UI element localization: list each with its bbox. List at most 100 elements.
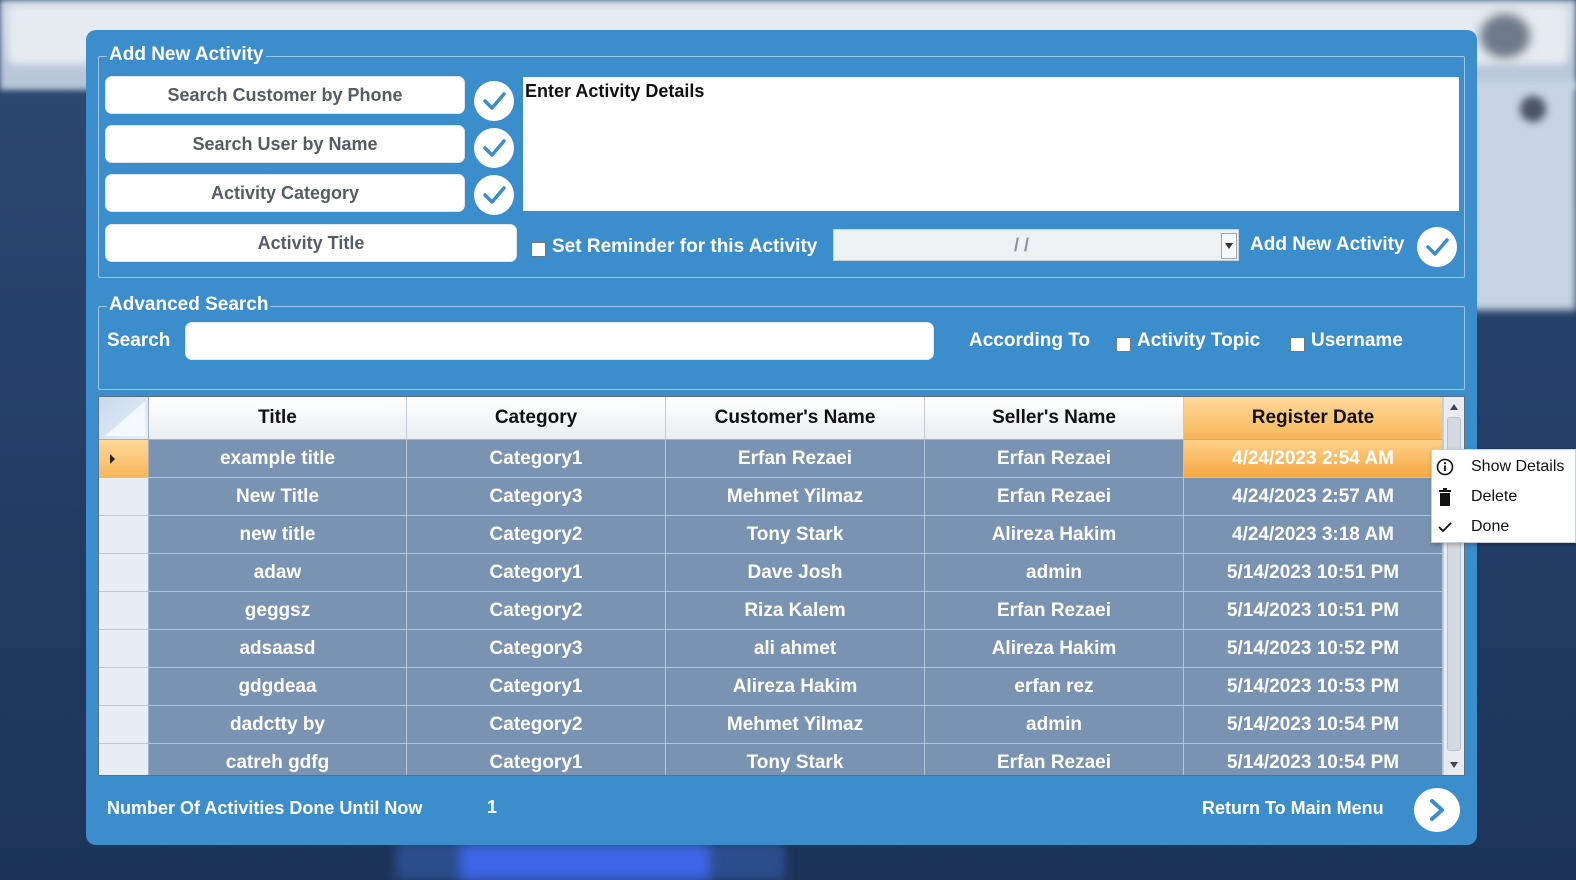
cell-register-date[interactable]: 5/14/2023 10:53 PM [1184,668,1443,706]
column-header-category[interactable]: Category [407,397,666,440]
trash-icon [1436,488,1454,506]
table-row[interactable]: adaw Category1 Dave Josh admin 5/14/2023 10:… [99,554,1443,592]
cell-customer[interactable]: Riza Kalem [666,592,925,630]
cell-seller[interactable]: Alireza Hakim [925,630,1184,668]
cell-seller[interactable]: Alireza Hakim [925,516,1184,554]
add-activity-button[interactable] [1417,227,1457,267]
search-user-button[interactable]: Search User by Name [105,125,465,163]
according-to-label: According To [969,330,1091,351]
table-row[interactable]: example title Category1 Erfan Rezaei Erfan … [99,440,1443,478]
cell-title[interactable]: gdgdeaa [149,668,407,706]
add-activity-label[interactable]: Add New Activity [1250,234,1405,256]
cell-customer[interactable]: ali ahmet [666,630,925,668]
cell-title[interactable]: New Title [149,478,407,516]
activity-category-button[interactable]: Activity Category [105,174,465,212]
context-menu-label: Done [1471,518,1510,535]
cell-customer[interactable]: Mehmet Yilmaz [666,478,925,516]
cell-customer[interactable]: Erfan Rezaei [666,440,925,478]
column-header-title[interactable]: Title [149,397,407,440]
row-header[interactable] [99,440,149,478]
column-header-register-date[interactable]: Register Date [1184,397,1443,440]
cell-seller[interactable]: Erfan Rezaei [925,440,1184,478]
cell-category[interactable]: Category2 [407,516,666,554]
context-menu-delete[interactable]: Delete [1432,482,1576,512]
row-header[interactable] [99,668,149,706]
return-label[interactable]: Return To Main Menu [1202,798,1384,819]
cell-category[interactable]: Category2 [407,592,666,630]
row-header[interactable] [99,592,149,630]
activities-grid[interactable]: Title Category Customer's Name Seller's … [98,396,1465,776]
activity-topic-checkbox[interactable] [1116,337,1131,352]
select-all-corner[interactable] [99,397,149,440]
cell-register-date[interactable]: 4/24/2023 2:54 AM [1184,440,1443,478]
activity-title-field[interactable]: Activity Title [105,224,517,262]
cell-customer[interactable]: Dave Josh [666,554,925,592]
cell-seller[interactable]: admin [925,554,1184,592]
row-header[interactable] [99,554,149,592]
column-header-seller[interactable]: Seller's Name [925,397,1184,440]
table-row[interactable]: adsaasd Category3 ali ahmet Alireza Hakim 5/… [99,630,1443,668]
cell-register-date[interactable]: 5/14/2023 10:51 PM [1184,554,1443,592]
cell-category[interactable]: Category2 [407,706,666,744]
row-header[interactable] [99,516,149,554]
cell-category[interactable]: Category1 [407,440,666,478]
table-row[interactable]: dadctty by Category2 Mehmet Yilmaz admin 5/1… [99,706,1443,744]
cell-customer[interactable]: Alireza Hakim [666,668,925,706]
table-row[interactable]: geggsz Category2 Riza Kalem Erfan Rezaei 5/1… [99,592,1443,630]
checkmark-icon [1436,518,1454,536]
scroll-down-icon[interactable] [1445,756,1463,774]
username-checkbox[interactable] [1290,337,1305,352]
cell-register-date[interactable]: 5/14/2023 10:51 PM [1184,592,1443,630]
activity-details-textarea[interactable]: Enter Activity Details [523,77,1459,211]
cell-title[interactable]: dadctty by [149,706,407,744]
cell-category[interactable]: Category3 [407,630,666,668]
row-header[interactable] [99,478,149,516]
search-label: Search [107,330,171,351]
check-circle-icon[interactable] [474,128,514,168]
cell-register-date[interactable]: 5/14/2023 10:54 PM [1184,706,1443,744]
cell-seller[interactable]: admin [925,706,1184,744]
row-header[interactable] [99,706,149,744]
cell-register-date[interactable]: 5/14/2023 10:54 PM [1184,744,1443,775]
cell-title[interactable]: adaw [149,554,407,592]
table-row[interactable]: catreh gdfg Category1 Tony Stark Erfan Reza… [99,744,1443,775]
cell-customer[interactable]: Tony Stark [666,516,925,554]
scroll-up-icon[interactable] [1445,398,1463,416]
cell-category[interactable]: Category1 [407,744,666,775]
reminder-checkbox[interactable] [531,242,546,257]
check-circle-icon[interactable] [474,175,514,215]
check-circle-icon[interactable] [474,81,514,121]
cell-register-date[interactable]: 4/24/2023 3:18 AM [1184,516,1443,554]
table-row[interactable]: new title Category2 Tony Stark Alireza Haki… [99,516,1443,554]
table-row[interactable]: gdgdeaa Category1 Alireza Hakim erfan rez 5/… [99,668,1443,706]
cell-register-date[interactable]: 4/24/2023 2:57 AM [1184,478,1443,516]
cell-seller[interactable]: Erfan Rezaei [925,478,1184,516]
column-header-customer[interactable]: Customer's Name [666,397,925,440]
context-menu-show-details[interactable]: Show Details [1432,452,1576,482]
cell-customer[interactable]: Tony Stark [666,744,925,775]
cell-title[interactable]: example title [149,440,407,478]
reminder-label: Set Reminder for this Activity [552,236,818,257]
cell-category[interactable]: Category3 [407,478,666,516]
cell-register-date[interactable]: 5/14/2023 10:52 PM [1184,630,1443,668]
cell-customer[interactable]: Mehmet Yilmaz [666,706,925,744]
cell-title[interactable]: adsaasd [149,630,407,668]
cell-title[interactable]: catreh gdfg [149,744,407,775]
row-header[interactable] [99,744,149,775]
cell-title[interactable]: geggsz [149,592,407,630]
return-button[interactable] [1414,788,1460,832]
cell-seller[interactable]: erfan rez [925,668,1184,706]
activity-dialog: Add New Activity Search Customer by Phon… [86,30,1477,845]
cell-category[interactable]: Category1 [407,554,666,592]
cell-title[interactable]: new title [149,516,407,554]
cell-seller[interactable]: Erfan Rezaei [925,592,1184,630]
chevron-down-icon[interactable] [1221,233,1237,259]
search-customer-button[interactable]: Search Customer by Phone [105,76,465,114]
cell-seller[interactable]: Erfan Rezaei [925,744,1184,775]
context-menu-done[interactable]: Done [1432,512,1576,542]
row-header[interactable] [99,630,149,668]
search-input[interactable] [185,322,934,360]
reminder-date-picker[interactable]: / / [833,229,1239,261]
table-row[interactable]: New Title Category3 Mehmet Yilmaz Erfan Rez… [99,478,1443,516]
cell-category[interactable]: Category1 [407,668,666,706]
